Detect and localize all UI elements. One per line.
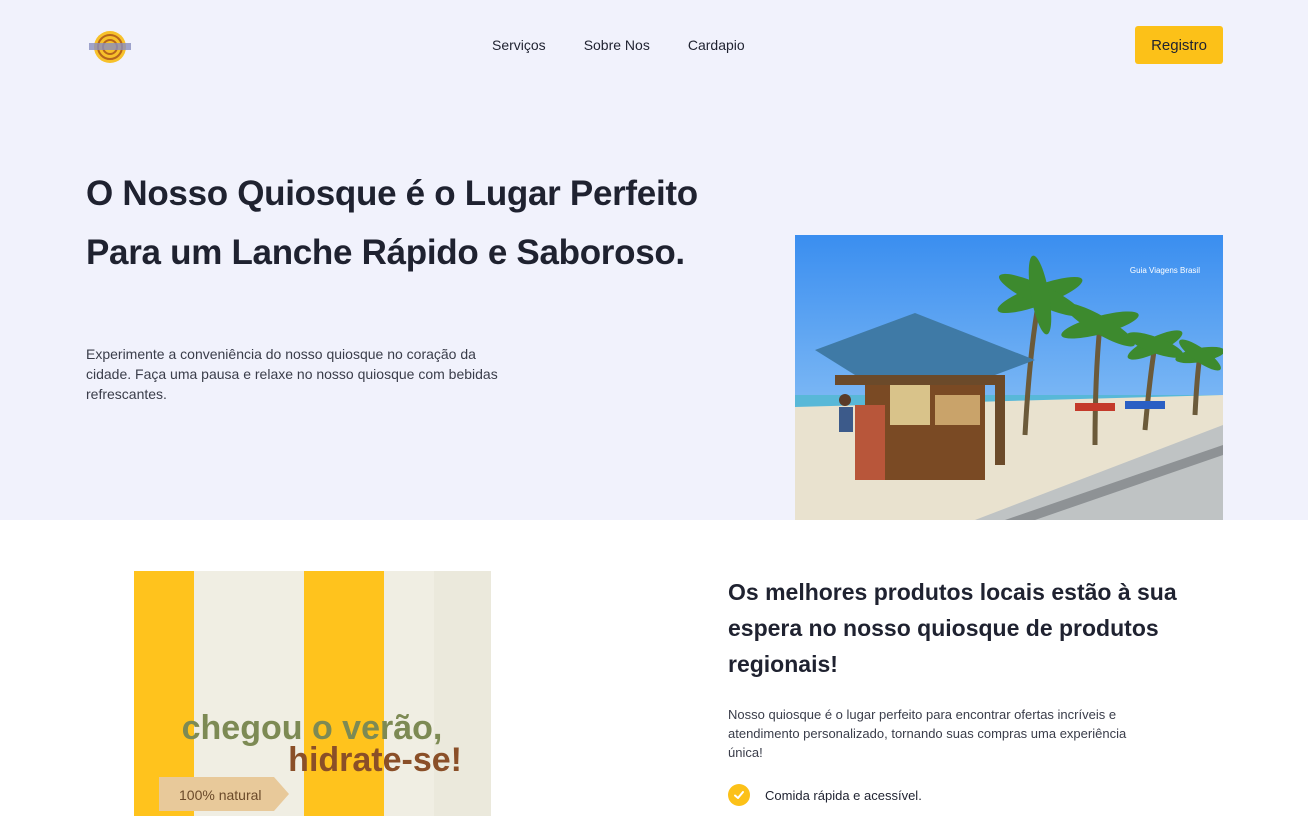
hero-description: Experimente a conveniência do nosso quio… bbox=[86, 346, 498, 402]
check-icon bbox=[728, 784, 750, 806]
promo-line-2: hidrate-se! bbox=[288, 741, 462, 779]
section-description: Nosso quiosque é o lugar perfeito para e… bbox=[728, 707, 1127, 760]
register-button[interactable]: Registro bbox=[1135, 26, 1223, 64]
logo-icon[interactable] bbox=[86, 30, 134, 64]
main-nav: Serviços Sobre Nos Cardapio bbox=[492, 37, 783, 53]
summer-promo-image: chegou o verão, hidrate-se! 100% natural bbox=[134, 571, 491, 816]
promo-tag: 100% natural bbox=[179, 787, 262, 803]
kiosk-beach-image: Guia Viagens Brasil bbox=[795, 235, 1223, 520]
feature-item: Comida rápida e acessível. bbox=[728, 784, 922, 806]
image-watermark: Guia Viagens Brasil bbox=[1130, 266, 1200, 275]
nav-sobre-nos[interactable]: Sobre Nos bbox=[584, 37, 650, 53]
feature-label: Comida rápida e acessível. bbox=[765, 787, 922, 803]
hero-title: O Nosso Quiosque é o Lugar Perfeito Para… bbox=[86, 174, 698, 272]
nav-servicos[interactable]: Serviços bbox=[492, 37, 546, 53]
section-title: Os melhores produtos locais estão à sua … bbox=[728, 579, 1177, 677]
nav-cardapio[interactable]: Cardapio bbox=[688, 37, 745, 53]
